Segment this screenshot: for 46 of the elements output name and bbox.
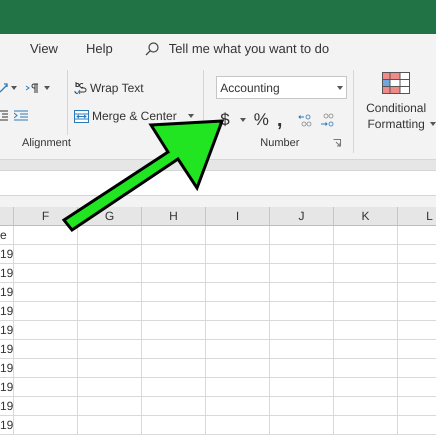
- text-direction-button[interactable]: [25, 82, 50, 93]
- orientation-button[interactable]: [0, 82, 17, 93]
- group-label: Number: [260, 136, 300, 150]
- number-format-dropdown[interactable]: Accounting: [216, 76, 348, 99]
- caret-icon: [240, 118, 246, 122]
- search-icon: [144, 42, 159, 56]
- column-header[interactable]: F: [42, 207, 50, 225]
- comma-style-button[interactable]: ,: [276, 110, 282, 130]
- menu-tab[interactable]: View: [30, 39, 58, 59]
- table-cell-text: 19: [0, 246, 14, 263]
- decrease-indent-icon[interactable]: [0, 110, 8, 122]
- merge-center-icon: [74, 110, 89, 123]
- menu-tab[interactable]: Help: [86, 39, 113, 59]
- increase-indent-icon[interactable]: [14, 110, 28, 122]
- table-cell-text: 19: [0, 398, 14, 415]
- conditional-formatting-icon: [382, 72, 410, 94]
- table-cell-text: 19: [0, 341, 14, 358]
- table-cell-text: 19: [0, 417, 14, 434]
- orientation-icon: [0, 82, 8, 93]
- increase-decimal-icon[interactable]: [298, 112, 312, 127]
- column-header[interactable]: L: [426, 207, 433, 225]
- column-header[interactable]: H: [169, 207, 178, 225]
- percent-style-button[interactable]: %: [254, 107, 269, 132]
- caret-icon: [44, 86, 50, 90]
- table-cell-text: e: [0, 227, 7, 244]
- caret-icon: [430, 122, 436, 126]
- tell-me-search[interactable]: Tell me what you want to do: [144, 39, 330, 59]
- group-label: Alignment: [21, 136, 72, 150]
- table-cell-text: 19: [0, 379, 14, 396]
- table-cell-text: 19: [0, 322, 14, 339]
- wrap-text-button[interactable]: Wrap Text: [74, 79, 194, 98]
- table-cell-text: 19: [0, 284, 14, 301]
- table-cell-text: 19: [0, 303, 14, 320]
- column-header[interactable]: G: [104, 207, 114, 225]
- decrease-decimal-icon[interactable]: [320, 112, 334, 127]
- table-cell-text: 19: [0, 265, 14, 282]
- paragraph-icon: [25, 82, 39, 93]
- dialog-launcher-icon[interactable]: [333, 138, 342, 147]
- column-header[interactable]: K: [361, 207, 370, 225]
- column-header[interactable]: J: [298, 207, 304, 225]
- caret-icon: [337, 86, 344, 90]
- caret-icon: [11, 86, 17, 90]
- conditional-formatting-button[interactable]: Conditional Formatting: [356, 64, 436, 159]
- column-header[interactable]: I: [236, 207, 240, 225]
- table-cell-text: 19: [0, 360, 14, 377]
- wrap-text-icon: [74, 81, 88, 96]
